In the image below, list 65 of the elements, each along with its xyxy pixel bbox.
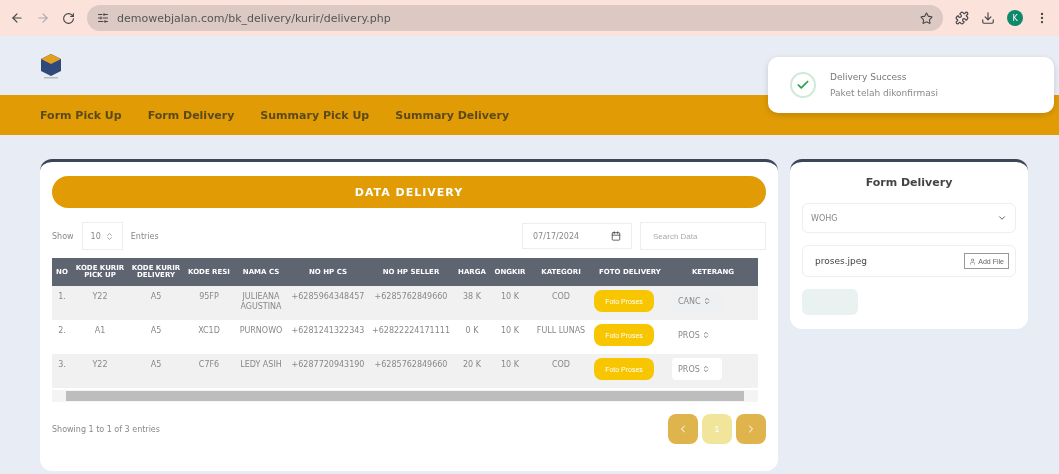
toast-title: Delivery Success: [830, 72, 908, 82]
sort-arrows-icon: [702, 297, 711, 305]
courier-select[interactable]: WOHG: [802, 203, 1016, 233]
table-cell: 10 K: [490, 320, 530, 354]
table-cell: A1: [72, 320, 128, 354]
sort-arrows-icon: [104, 231, 114, 241]
user-icon: [969, 257, 977, 265]
entries-select[interactable]: 10: [81, 222, 123, 250]
table-cell: 38 K: [454, 286, 490, 320]
table-cell: +6287720943190: [288, 354, 368, 388]
table-cell: +62822224171111: [368, 320, 454, 354]
table-cell: 0 K: [454, 320, 490, 354]
nav-link[interactable]: Summary Delivery: [395, 108, 510, 122]
table-cell: +6285762849660: [368, 286, 454, 320]
chevron-down-icon: [997, 213, 1007, 223]
back-icon[interactable]: [10, 11, 24, 25]
sort-arrows-icon: [701, 365, 710, 373]
table-cell: Y22: [72, 286, 128, 320]
table-cell: JULIEANA AGUSTINA: [234, 286, 288, 320]
table-cell: FULL LUNAS: [530, 320, 592, 354]
table-cell: +6285762849660: [368, 354, 454, 388]
site-settings-icon[interactable]: [97, 12, 109, 24]
table-cell: +6281241322343: [288, 320, 368, 354]
table-cell: +6285964348457: [288, 286, 368, 320]
table-cell: 10 K: [490, 354, 530, 388]
form-title: Form Delivery: [864, 176, 954, 189]
entries-label: Entries: [130, 231, 159, 241]
table-cell: 10 K: [490, 286, 530, 320]
row-number: 3.: [52, 354, 72, 388]
table-cell: LEDY ASIH: [234, 354, 288, 388]
bookmark-star-icon[interactable]: [920, 11, 933, 25]
sort-arrows-icon: [701, 331, 710, 339]
download-icon[interactable]: [981, 11, 995, 25]
file-name: proses.jpeg: [815, 256, 867, 266]
table-cell: A5: [128, 320, 184, 354]
status-select[interactable]: PROS: [672, 358, 722, 380]
table-cell: 95FP: [184, 286, 234, 320]
logo-icon: [40, 52, 62, 79]
table-cell: XC1D: [184, 320, 234, 354]
toast-message: Paket telah dikonfirmasi: [830, 88, 938, 98]
horizontal-scrollbar[interactable]: [52, 390, 758, 402]
table-cell: Y22: [72, 354, 128, 388]
puzzle-icon[interactable]: [955, 11, 969, 25]
nav-link[interactable]: Form Delivery: [147, 108, 235, 122]
table-cell: PURNOWO: [234, 320, 288, 354]
address-bar[interactable]: demowebjalan.com/bk_delivery/kurir/delivery.php: [87, 5, 943, 31]
check-icon: [790, 72, 816, 98]
table-cell: COD: [530, 354, 592, 388]
date-field[interactable]: 07/17/2024: [522, 223, 632, 249]
table-cell: 20 K: [454, 354, 490, 388]
search-field[interactable]: Search Data: [640, 222, 766, 250]
calendar-icon[interactable]: [611, 231, 621, 241]
nav-link[interactable]: Form Pick Up: [40, 108, 122, 122]
profile-avatar[interactable]: K: [1007, 10, 1023, 26]
show-label: Show: [52, 231, 74, 241]
row-number: 1.: [52, 286, 72, 320]
table-cell: A5: [128, 354, 184, 388]
reload-icon[interactable]: [62, 11, 75, 25]
entries-info: Showing 1 to 1 of 3 entries: [52, 424, 160, 434]
table-cell: C7F6: [184, 354, 234, 388]
table-title: DATA DELIVERY: [52, 176, 766, 208]
table-cell: A5: [128, 286, 184, 320]
row-number: 2.: [52, 320, 72, 354]
table-cell: COD: [530, 286, 592, 320]
nav-link[interactable]: Summary Pick Up: [260, 108, 370, 122]
